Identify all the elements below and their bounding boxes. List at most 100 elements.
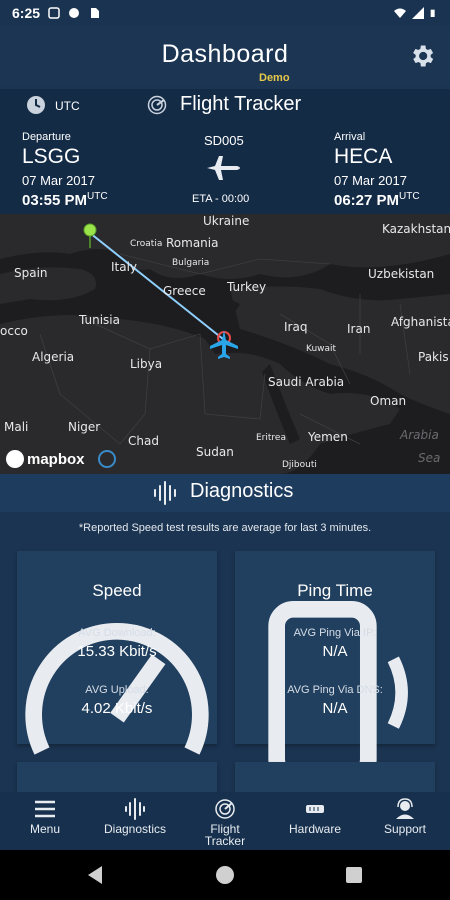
- ping-title-text: Ping Time: [297, 581, 373, 600]
- notification-icon: [48, 7, 60, 19]
- nav-item-label: Support: [383, 822, 427, 836]
- arrival-label: Arrival: [334, 131, 366, 143]
- waveform-icon: [125, 798, 145, 820]
- map-label: Spain: [14, 266, 48, 280]
- map-label: Italy: [111, 260, 138, 274]
- map-label: Turkey: [227, 280, 267, 294]
- map-label: Kazakhstan: [382, 222, 450, 236]
- map-label: Uzbekistan: [368, 267, 435, 281]
- nav-item-diagnostics[interactable]: Diagnostics: [90, 792, 180, 850]
- wifi-icon: [394, 8, 406, 18]
- demo-badge: Demo: [259, 72, 290, 84]
- nav-item-support[interactable]: Support: [360, 792, 450, 850]
- nav-item-menu[interactable]: Menu: [0, 792, 90, 850]
- app-header: Dashboard Demo: [0, 26, 450, 86]
- mapbox-logo[interactable]: mapbox: [6, 450, 85, 468]
- diagnostics-card[interactable]: [235, 762, 435, 792]
- plane-position-icon: [210, 330, 238, 359]
- departure-time: 03:55 PMUTC: [22, 191, 108, 209]
- arrival-time: 06:27 PMUTC: [334, 191, 420, 209]
- nav-item-label: Hardware: [288, 822, 342, 836]
- clock-icon[interactable]: [26, 95, 46, 115]
- nav-item-label: Menu: [29, 822, 61, 836]
- ping-dns-label: AVG Ping Via DNS:: [287, 684, 383, 696]
- hamburger-icon: [35, 800, 55, 818]
- map-label: Saudi Arabia: [268, 375, 345, 389]
- map-label: Niger: [68, 420, 101, 434]
- flight-tracker-title: Flight Tracker: [180, 93, 302, 115]
- home-icon[interactable]: [216, 866, 234, 884]
- diagnostics-card[interactable]: [17, 762, 217, 792]
- map-label: Yemen: [308, 430, 348, 444]
- nav-item-label: Diagnostics: [103, 822, 167, 836]
- map-label: Pakis: [418, 350, 449, 364]
- arrival-timezone: UTC: [399, 191, 420, 202]
- arrival-date: 07 Mar 2017: [334, 173, 407, 188]
- map-label: Mali: [4, 420, 29, 434]
- ping-card[interactable]: Ping Time AVG Ping Via IP: N/A AVG Ping …: [235, 551, 435, 785]
- page-title: Dashboard: [161, 40, 289, 68]
- departure-label: Departure: [22, 131, 71, 143]
- map-label: Iraq: [284, 320, 308, 334]
- map-label: Ukraine: [203, 214, 250, 228]
- map-label: Iran: [347, 322, 371, 336]
- avg-upload-value: 4.02 Kbit/s: [81, 700, 153, 717]
- support-agent-icon: [396, 798, 414, 819]
- flight-tracker-panel: UTC Flight Tracker Departure LSGG 07 Mar…: [0, 89, 450, 214]
- map-label: Djibouti: [282, 460, 317, 470]
- speed-title-text: Speed: [92, 581, 142, 600]
- departure-code: LSGG: [22, 145, 81, 168]
- radar-icon: [147, 95, 167, 115]
- departure-time-value: 03:55 PM: [22, 192, 88, 209]
- departure-timezone: UTC: [87, 191, 108, 202]
- avg-download-value: 15.33 Kbit/s: [77, 643, 157, 660]
- status-bar: 6:25: [0, 0, 450, 26]
- arrival-code: HECA: [334, 145, 393, 168]
- utc-toggle-label[interactable]: UTC: [55, 99, 80, 113]
- map-label: Afghanista: [391, 315, 450, 329]
- settings-gear-icon[interactable]: [408, 42, 436, 70]
- speed-test-note: *Reported Speed test results are average…: [78, 522, 372, 534]
- origin-pin-icon: [83, 223, 97, 248]
- map-label: Arabia: [400, 428, 439, 442]
- recent-apps-icon[interactable]: [346, 867, 362, 883]
- departure-date: 07 Mar 2017: [22, 173, 95, 188]
- diagnostics-title: Diagnostics: [190, 480, 294, 502]
- avg-upload-label: AVG Upload:: [85, 684, 149, 696]
- status-time: 6:25: [12, 5, 41, 21]
- map-label: Tunisia: [79, 313, 120, 327]
- waveform-icon: [154, 481, 176, 505]
- sd-card-icon: [91, 8, 100, 18]
- mapbox-attribution: mapbox: [27, 450, 85, 468]
- flight-map[interactable]: Ukraine Kazakhstan Croatia Romania Bulga…: [0, 214, 450, 474]
- map-label: Greece: [163, 284, 206, 298]
- map-label: Chad: [128, 434, 159, 448]
- eta-label: ETA - 00:00: [192, 193, 250, 205]
- map-label: Bulgaria: [172, 258, 210, 268]
- map-label: Libya: [130, 357, 163, 371]
- map-label: Oman: [370, 394, 407, 408]
- battery-icon: [430, 9, 435, 17]
- map-label: occo: [0, 324, 28, 338]
- map-label: Romania: [166, 236, 219, 250]
- nav-item-flight-tracker[interactable]: Flight Tracker: [180, 792, 270, 850]
- hardware-icon: [306, 805, 324, 813]
- app-notification-icon: [69, 8, 80, 18]
- bottom-navigation: Menu Diagnostics Flight Tracker Hardware: [0, 792, 450, 850]
- map-label: Croatia: [130, 239, 163, 249]
- nav-item-label: Flight Tracker: [204, 822, 246, 848]
- speed-card[interactable]: Speed AVG Download: 15.33 Kbit/s AVG Upl…: [17, 551, 217, 755]
- radar-icon: [215, 799, 235, 819]
- ping-ip-value: N/A: [322, 643, 348, 660]
- map-label: Algeria: [32, 350, 75, 364]
- arrival-time-value: 06:27 PM: [334, 192, 400, 209]
- back-icon[interactable]: [88, 866, 102, 884]
- nav-item-hardware[interactable]: Hardware: [270, 792, 360, 850]
- map-label: Sudan: [196, 445, 234, 459]
- ping-ip-label: AVG Ping Via IP:: [293, 627, 377, 639]
- avg-download-label: AVG Download:: [78, 627, 156, 639]
- map-label: Kuwait: [306, 344, 337, 354]
- map-label: Sea: [418, 451, 441, 465]
- flight-number: SD005: [204, 133, 244, 148]
- info-icon[interactable]: [98, 450, 116, 468]
